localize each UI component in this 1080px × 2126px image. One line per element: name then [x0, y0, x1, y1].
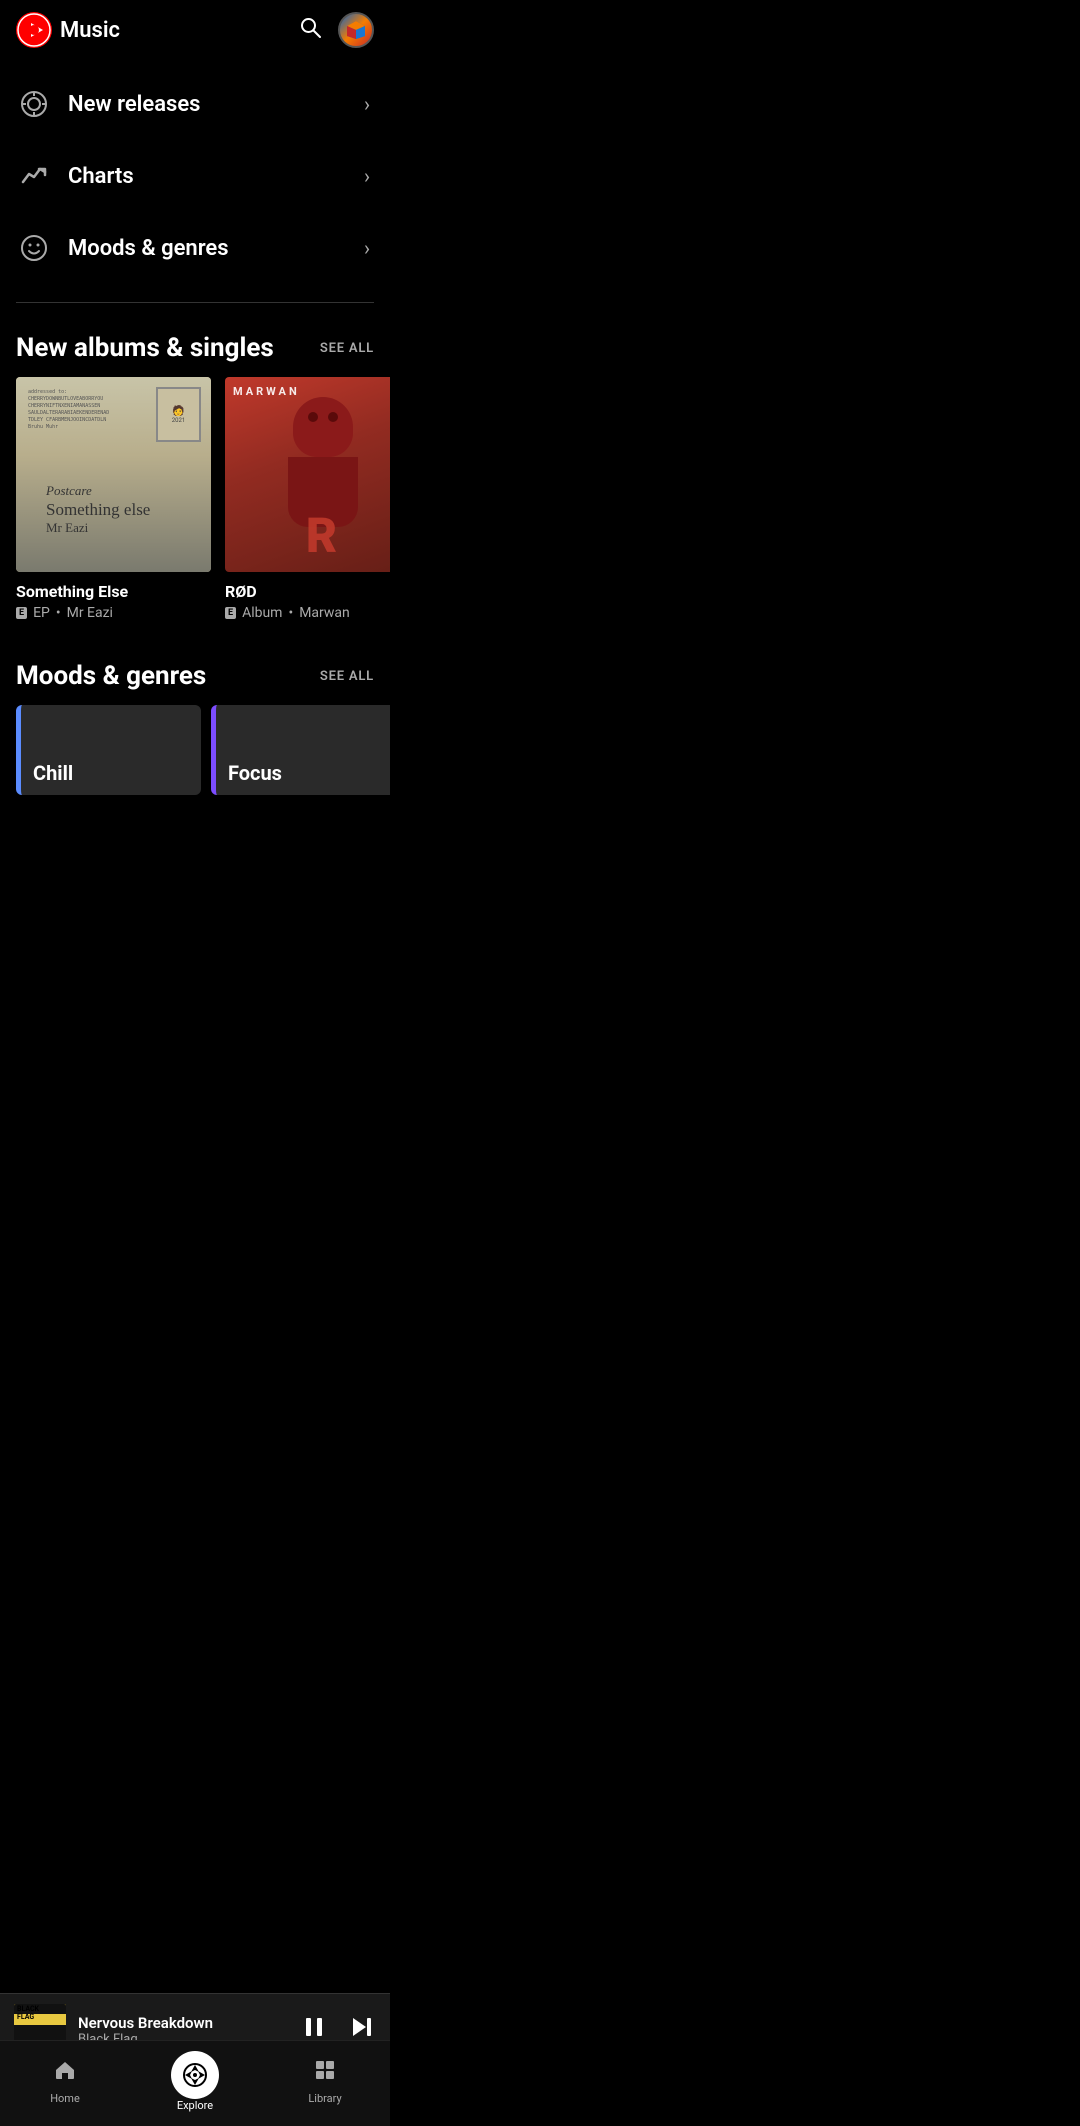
album-meta-something-else: E EP • Mr Eazi [16, 605, 211, 621]
section-divider [16, 302, 374, 303]
header-actions [298, 12, 374, 48]
moods-genres-section: Moods & genres SEE ALL Chill Focus S [0, 641, 390, 815]
nav-tab-library[interactable]: Library [290, 2058, 360, 2105]
explicit-badge: E [16, 607, 27, 619]
explicit-badge: E [225, 607, 236, 619]
chevron-right-icon: › [364, 92, 370, 116]
mood-card-chill[interactable]: Chill [16, 705, 201, 795]
nav-tab-library-label: Library [308, 2092, 341, 2105]
nav-item-moods-genres[interactable]: Moods & genres › [0, 212, 390, 284]
new-albums-section: New albums & singles SEE ALL addressed t… [0, 313, 390, 641]
app-header: Music [0, 0, 390, 60]
nav-label-moods-genres: Moods & genres [68, 236, 229, 261]
mood-icon [20, 234, 48, 262]
album-art-rod: MARWAN R [225, 377, 390, 572]
nav-item-new-releases[interactable]: New releases › [0, 68, 390, 140]
moods-header: Moods & genres SEE ALL [0, 641, 390, 705]
album-card-something-else[interactable]: addressed to: CHERRYDOWNBUTLOVEABORRYOU … [16, 377, 211, 621]
new-albums-title: New albums & singles [16, 333, 274, 363]
nav-tab-explore[interactable]: Explore [160, 2051, 230, 2112]
new-albums-see-all[interactable]: SEE ALL [320, 341, 374, 356]
library-icon [313, 2058, 337, 2088]
album-type-rod: Album [242, 605, 282, 621]
nav-label-charts: Charts [68, 164, 134, 189]
nav-tab-home-label: Home [50, 2092, 80, 2105]
explore-icon [171, 2051, 219, 2099]
moods-scroll-container: Chill Focus S [0, 705, 390, 815]
new-albums-header: New albums & singles SEE ALL [0, 313, 390, 377]
navigation-menu: New releases › Charts › [0, 60, 390, 292]
user-avatar[interactable] [338, 12, 374, 48]
main-content: New releases › Charts › [0, 60, 390, 945]
mood-label-chill: Chill [33, 761, 73, 785]
nav-tab-explore-label: Explore [177, 2099, 213, 2112]
now-playing-title: Nervous Breakdown [78, 2014, 288, 2032]
moods-see-all[interactable]: SEE ALL [320, 669, 374, 684]
moods-title: Moods & genres [16, 661, 206, 691]
album-card-rod[interactable]: MARWAN R RØD [225, 377, 390, 621]
youtube-music-logo [16, 12, 52, 48]
bottom-navigation: Home Explore Library [0, 2040, 390, 2126]
app-title: Music [60, 18, 120, 43]
header-logo-group: Music [16, 12, 120, 48]
album-type-something-else: EP [33, 605, 50, 621]
trending-icon [20, 162, 48, 190]
nav-tab-home[interactable]: Home [30, 2058, 100, 2105]
albums-scroll-container: addressed to: CHERRYDOWNBUTLOVEABORRYOU … [0, 377, 390, 641]
mood-card-focus[interactable]: Focus [211, 705, 390, 795]
album-meta-rod: E Album • Marwan [225, 605, 390, 621]
album-art-something-else: addressed to: CHERRYDOWNBUTLOVEABORRYOU … [16, 377, 211, 572]
album-artist-rod: Marwan [299, 605, 350, 621]
album-name-something-else: Something Else [16, 582, 211, 601]
home-icon [53, 2058, 77, 2088]
mood-label-focus: Focus [228, 761, 282, 785]
search-icon[interactable] [298, 15, 322, 45]
nav-label-new-releases: New releases [68, 92, 201, 117]
album-name-rod: RØD [225, 582, 390, 601]
chevron-right-icon: › [364, 236, 370, 260]
album-artist-something-else: Mr Eazi [67, 605, 113, 621]
nav-item-charts[interactable]: Charts › [0, 140, 390, 212]
chevron-right-icon: › [364, 164, 370, 188]
badge-icon [20, 90, 48, 118]
